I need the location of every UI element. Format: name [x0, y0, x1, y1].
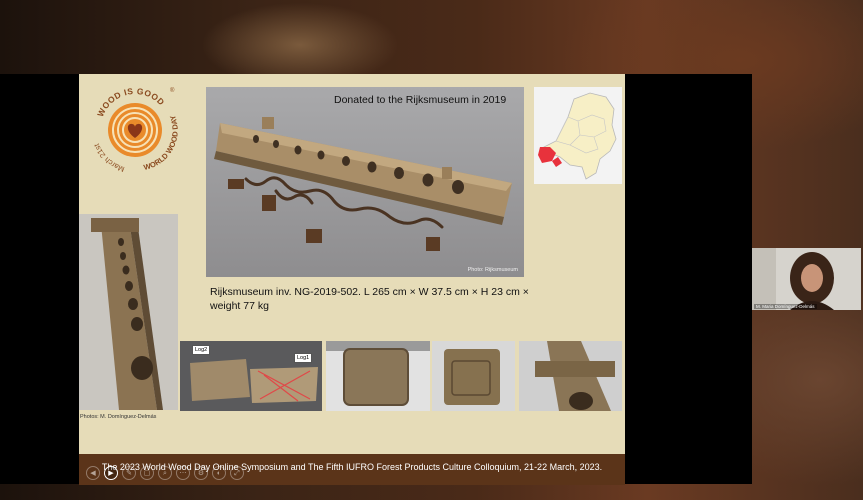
play-button[interactable]: ▶	[104, 466, 118, 480]
log-end-detail-image	[432, 341, 515, 411]
artifact-description: Rijksmuseum inv. NG-2019-502. L 265 cm ×…	[210, 286, 529, 312]
wooden-pillory-image	[214, 117, 512, 251]
netherlands-map	[534, 87, 622, 184]
photo-credit: Photo: Rijksmuseum	[467, 267, 518, 273]
log-cross-section-photo: Log2 Log1	[180, 341, 322, 411]
settings-button[interactable]: ⚙	[194, 466, 208, 480]
log-end-image	[326, 341, 430, 411]
pillory-photo: Donated to the Rijksmuseum in 2019 Photo…	[206, 87, 524, 277]
pillory-hole-photo	[519, 341, 622, 411]
slideshow-controls: ◀ ▶ ✎ ▢ ⌕ ⋯ ⚙ ◐ ⤢	[86, 466, 244, 482]
pillory-vertical-image	[79, 214, 178, 410]
presentation-slide: WOOD IS GOOD March 21st WORLD WOOD DAY ®	[79, 74, 625, 485]
world-wood-day-logo: WOOD IS GOOD March 21st WORLD WOOD DAY ®	[85, 78, 185, 178]
donation-caption: Donated to the Rijksmuseum in 2019	[334, 94, 507, 106]
world-wood-day-logo-graphic: WOOD IS GOOD March 21st WORLD WOOD DAY ®	[92, 86, 180, 174]
participant-video-image	[752, 248, 861, 310]
participant-video-tile[interactable]: M. Maria Domínguez-Delmás	[752, 248, 861, 310]
photos-credit: Photos: M. Domínguez-Delmás	[80, 414, 157, 420]
log-end-photo	[326, 341, 430, 411]
more-options-button[interactable]: ⋯	[176, 466, 190, 480]
logo-registered-mark: ®	[170, 87, 175, 94]
pen-tool-button[interactable]: ✎	[122, 466, 136, 480]
fullscreen-button[interactable]: ⤢	[230, 466, 244, 480]
log-end-detail-photo	[432, 341, 515, 411]
display-button[interactable]: ◐	[212, 466, 226, 480]
log1-label: Log1	[294, 353, 313, 363]
log2-label: Log2	[192, 345, 211, 355]
previous-slide-button[interactable]: ◀	[86, 466, 100, 480]
netherlands-map-graphic	[534, 87, 622, 184]
participant-name: M. Maria Domínguez-Delmás	[754, 304, 817, 309]
pillory-hole-image	[519, 341, 622, 411]
view-slides-button[interactable]: ▢	[140, 466, 154, 480]
pillory-vertical-photo	[79, 214, 178, 410]
zoom-button[interactable]: ⌕	[158, 466, 172, 480]
